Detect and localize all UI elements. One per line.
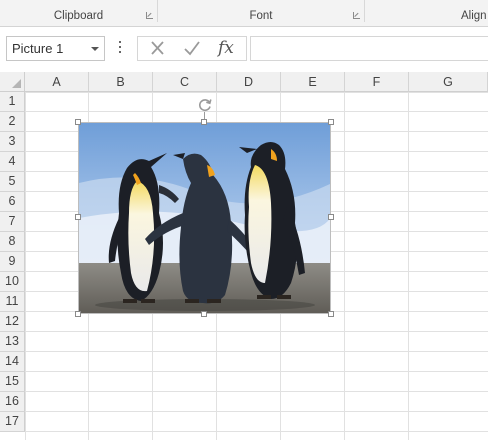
gridline (25, 111, 488, 112)
resize-handle-right[interactable] (328, 214, 334, 220)
row-header-16[interactable]: 16 (0, 392, 25, 412)
penguins-photo (79, 123, 330, 313)
column-header-f[interactable]: F (345, 72, 409, 92)
resize-handle-bottom[interactable] (201, 311, 207, 317)
insert-function-button[interactable]: fx (218, 38, 234, 58)
row-header-8[interactable]: 8 (0, 232, 25, 252)
ribbon-group-clipboard: Clipboard (0, 0, 157, 26)
column-header-e[interactable]: E (281, 72, 345, 92)
gridline (344, 92, 345, 440)
ribbon-group-alignment: Align (365, 0, 488, 26)
chevron-down-icon[interactable] (91, 47, 99, 51)
row-header-17[interactable]: 17 (0, 412, 25, 432)
row-header-6[interactable]: 6 (0, 192, 25, 212)
row-header-1[interactable]: 1 (0, 92, 25, 112)
select-all-button[interactable] (0, 72, 25, 92)
column-header-g[interactable]: G (409, 72, 488, 92)
gridline (25, 391, 488, 392)
formula-bar: Picture 1 fx (0, 27, 488, 71)
row-header-11[interactable]: 11 (0, 292, 25, 312)
column-header-a[interactable]: A (25, 72, 89, 92)
row-header-10[interactable]: 10 (0, 272, 25, 292)
formula-buttons: fx (137, 36, 247, 61)
alignment-group-label: Align (461, 10, 487, 22)
clipboard-group-label: Clipboard (53, 10, 104, 22)
gridline (408, 92, 409, 440)
name-box[interactable]: Picture 1 (6, 36, 105, 61)
resize-handle-top-left[interactable] (75, 119, 81, 125)
ribbon-group-font: Font (158, 0, 364, 26)
row-header-15[interactable]: 15 (0, 372, 25, 392)
gridline (25, 331, 488, 332)
row-header-12[interactable]: 12 (0, 312, 25, 332)
gridline (25, 431, 488, 432)
resize-handle-bottom-left[interactable] (75, 311, 81, 317)
name-box-value[interactable]: Picture 1 (12, 41, 63, 56)
row-header-7[interactable]: 7 (0, 212, 25, 232)
clipboard-dialog-launcher-icon[interactable] (146, 12, 153, 19)
resize-handle-top[interactable] (201, 119, 207, 125)
row-header-5[interactable]: 5 (0, 172, 25, 192)
row-header-13[interactable]: 13 (0, 332, 25, 352)
font-group-label: Font (249, 10, 273, 22)
more-options-icon[interactable] (119, 41, 122, 57)
row-header-14[interactable]: 14 (0, 352, 25, 372)
font-dialog-launcher-icon[interactable] (353, 12, 360, 19)
gridline (25, 411, 488, 412)
row-header-2[interactable]: 2 (0, 112, 25, 132)
resize-handle-left[interactable] (75, 214, 81, 220)
gridline (25, 351, 488, 352)
resize-handle-top-right[interactable] (328, 119, 334, 125)
row-header-4[interactable]: 4 (0, 152, 25, 172)
check-icon[interactable] (176, 37, 208, 60)
gridline (25, 371, 488, 372)
column-header-d[interactable]: D (217, 72, 281, 92)
close-icon[interactable] (142, 37, 174, 60)
column-header-c[interactable]: C (153, 72, 217, 92)
column-header-b[interactable]: B (89, 72, 153, 92)
formula-input[interactable] (250, 36, 488, 61)
ribbon-group-strip: Clipboard Font Align (0, 0, 488, 27)
row-header-3[interactable]: 3 (0, 132, 25, 152)
resize-handle-bottom-right[interactable] (328, 311, 334, 317)
inserted-picture[interactable] (78, 122, 331, 314)
rotate-handle-icon[interactable] (197, 97, 213, 113)
row-header-9[interactable]: 9 (0, 252, 25, 272)
